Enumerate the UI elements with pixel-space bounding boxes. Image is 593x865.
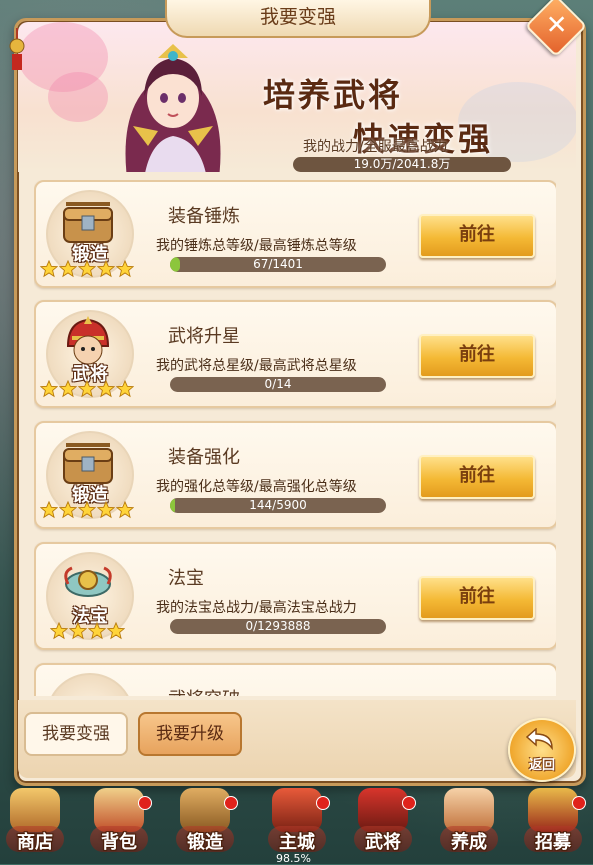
star-icon: [59, 260, 77, 278]
star-icon: [116, 380, 134, 398]
star-icon: [88, 622, 106, 640]
star-icon: [59, 501, 77, 519]
go-button[interactable]: 前往: [419, 576, 535, 620]
progress-text: 67/1401: [253, 257, 303, 271]
loading-percent: 98.5%: [276, 852, 311, 865]
go-button[interactable]: 前往: [419, 455, 535, 499]
card-title: 装备锤炼: [168, 206, 240, 227]
star-rating: [40, 380, 135, 400]
nav-label: 养成: [451, 832, 487, 853]
banner: 培养武将 快速变强: [18, 22, 576, 172]
nav-label: 背包: [101, 832, 137, 853]
close-icon: ✕: [545, 10, 568, 41]
hero-portrait-icon: [125, 44, 221, 172]
nav-general[interactable]: 武将: [348, 786, 418, 860]
progress-bar: 0/1293888: [170, 619, 386, 634]
window-title: 我要变强: [165, 0, 431, 38]
card-title: 武将升星: [168, 326, 240, 347]
go-button[interactable]: 前往: [419, 214, 535, 258]
nav-label: 主城: [279, 832, 315, 853]
notification-dot: [138, 796, 152, 810]
star-icon: [78, 260, 96, 278]
power-label: 我的战力/全服最高战力: [303, 139, 448, 155]
power-value-bar: 19.0万/2041.8万: [293, 157, 511, 172]
progress-text: 0/1293888: [245, 619, 311, 633]
card-title: 武将突破: [168, 685, 240, 696]
back-arrow-icon: [526, 728, 553, 751]
back-label: 返回: [528, 758, 555, 773]
progress-bar: 0/14: [170, 377, 386, 392]
star-icon: [59, 380, 77, 398]
tab-level-up[interactable]: 我要升级: [138, 712, 242, 756]
tab-strengthen[interactable]: 我要变强: [24, 712, 128, 756]
card-equip-enhance: 锻造 装备强化 我的强化总等级/最高强化总等级 144/5900 前往: [34, 421, 556, 529]
star-icon: [40, 501, 58, 519]
progress-bar: 144/5900: [170, 498, 386, 513]
star-rating: [40, 260, 135, 280]
nav-shop[interactable]: 商店: [0, 786, 70, 860]
card-general-breakthrough: 武将突破: [34, 663, 556, 696]
notification-dot: [402, 796, 416, 810]
star-icon: [78, 380, 96, 398]
star-icon: [50, 622, 68, 640]
banner-slogan-line1: 培养武将: [263, 76, 404, 114]
star-rating: [50, 622, 126, 642]
star-icon: [40, 380, 58, 398]
star-icon: [40, 260, 58, 278]
progress-bar: 67/1401: [170, 257, 386, 272]
card-desc: 我的锤炼总等级/最高锤炼总等级: [156, 238, 357, 254]
star-icon: [69, 622, 87, 640]
nav-recruit[interactable]: 招募: [518, 786, 588, 860]
back-button[interactable]: 返回: [508, 718, 576, 782]
star-icon: [116, 260, 134, 278]
nav-label: 商店: [17, 832, 53, 853]
go-button[interactable]: 前往: [419, 334, 535, 378]
nav-cultivate[interactable]: 养成: [434, 786, 504, 860]
notification-dot: [224, 796, 238, 810]
star-rating: [40, 501, 135, 521]
card-desc: 我的武将总星级/最高武将总星级: [156, 358, 357, 374]
star-icon: [97, 501, 115, 519]
strengthen-list[interactable]: 锻造 装备锤炼 我的锤炼总等级/最高锤炼总等级 67/1401 前往 武将 武将…: [34, 180, 556, 696]
nav-bag[interactable]: 背包: [84, 786, 154, 860]
bell-ornament-icon: [9, 28, 25, 70]
card-desc: 我的法宝总战力/最高法宝总战力: [156, 600, 357, 616]
star-icon: [107, 622, 125, 640]
progress-text: 0/14: [264, 377, 292, 391]
progress-text: 144/5900: [249, 498, 307, 512]
star-icon: [116, 501, 134, 519]
card-desc: 我的强化总等级/最高强化总等级: [156, 479, 357, 495]
nav-label: 锻造: [187, 832, 223, 853]
nav-forge[interactable]: 锻造: [170, 786, 240, 860]
nav-label: 招募: [535, 832, 571, 853]
star-icon: [78, 501, 96, 519]
notification-dot: [572, 796, 586, 810]
nav-label: 武将: [365, 832, 401, 853]
card-general-star: 武将 武将升星 我的武将总星级/最高武将总星级 0/14 前往: [34, 300, 556, 408]
star-icon: [97, 260, 115, 278]
notification-dot: [316, 796, 330, 810]
card-title: 装备强化: [168, 447, 240, 468]
icon-ring: [46, 673, 134, 696]
nav-city[interactable]: 主城: [262, 786, 332, 860]
star-icon: [97, 380, 115, 398]
card-treasure: 法宝 法宝 我的法宝总战力/最高法宝总战力 0/1293888 前往: [34, 542, 556, 650]
card-title: 法宝: [168, 568, 204, 589]
card-equip-refine: 锻造 装备锤炼 我的锤炼总等级/最高锤炼总等级 67/1401 前往: [34, 180, 556, 288]
